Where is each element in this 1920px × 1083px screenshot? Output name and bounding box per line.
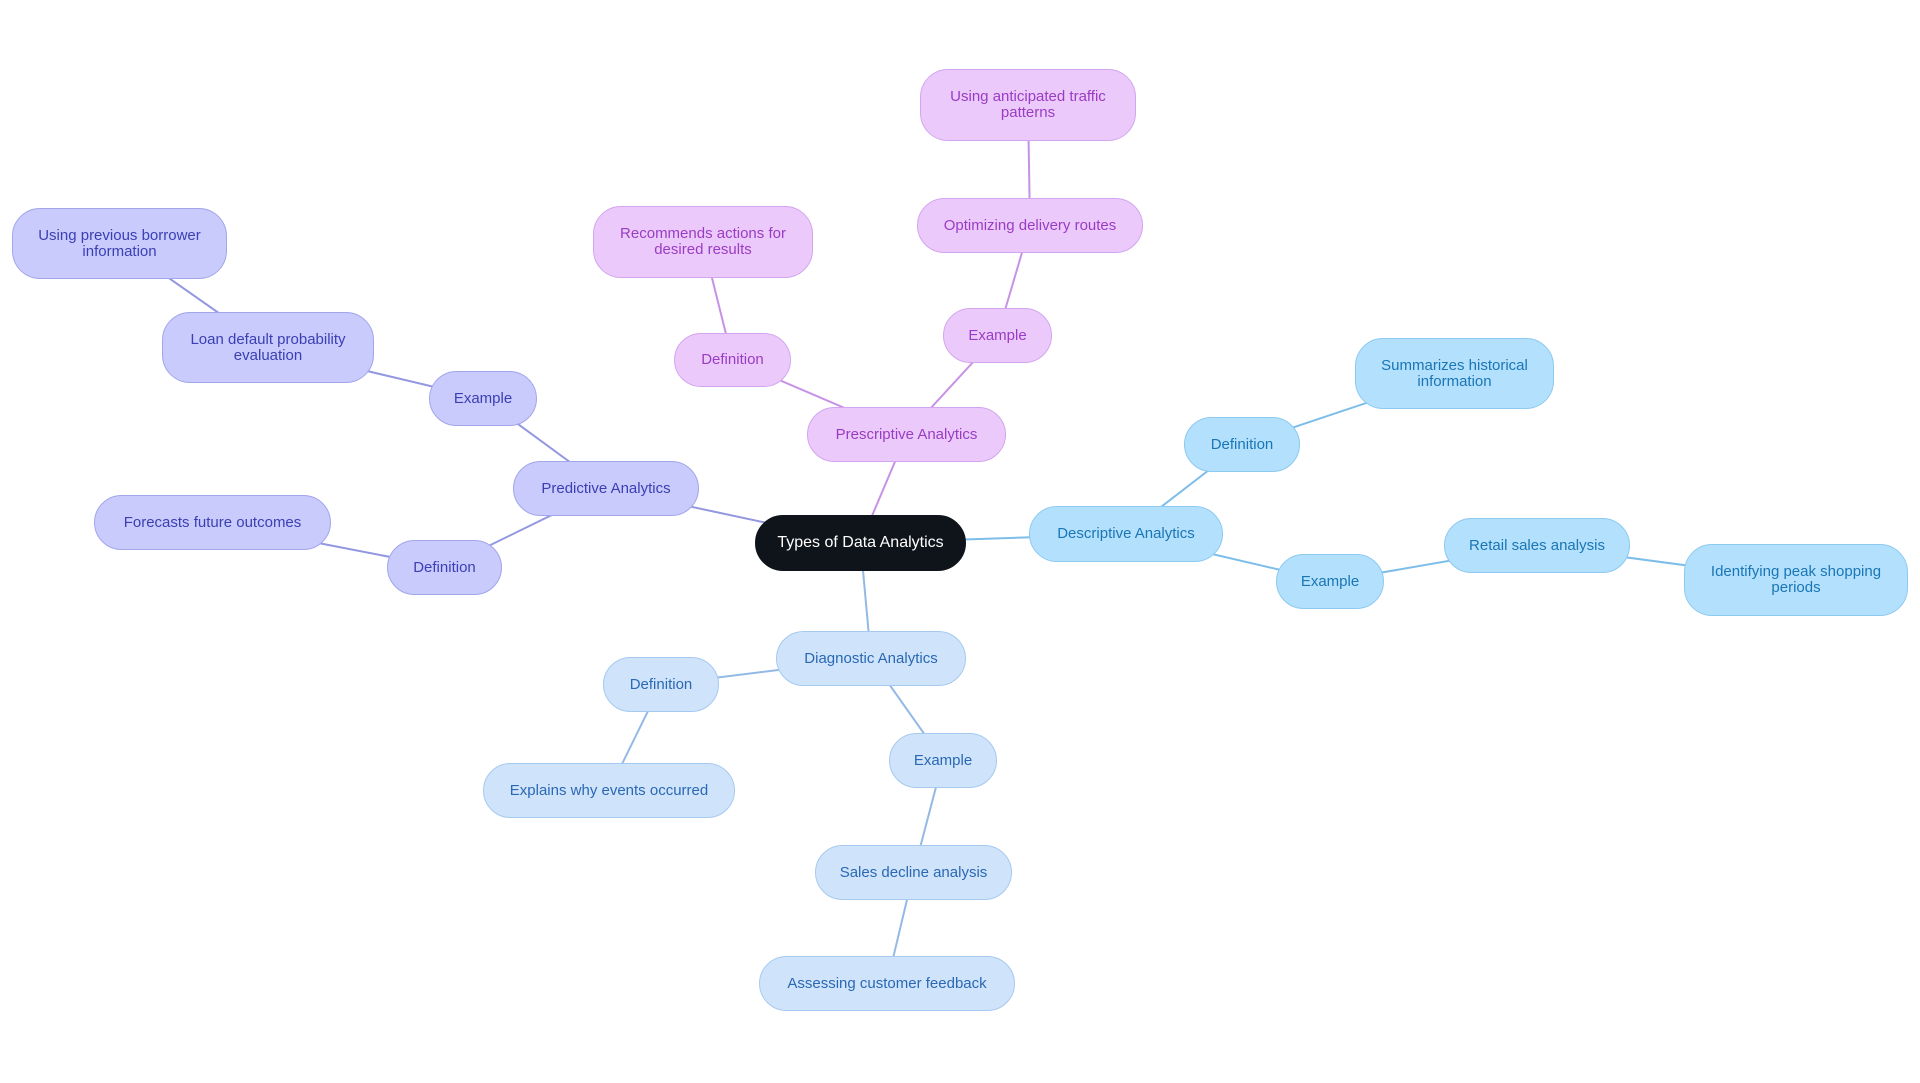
descriptive-example-detail-node[interactable]: Identifying peak shopping periods [1684,544,1908,616]
predictive-example-detail-label: Using previous borrower information [38,226,201,260]
predictive-analytics-node[interactable]: Predictive Analytics [513,461,699,516]
root-node[interactable]: Types of Data Analytics [755,515,966,571]
diagnostic-definition-node[interactable]: Definition [603,657,719,712]
prescriptive-example-detail-label: Using anticipated traffic patterns [950,88,1106,121]
predictive-example-detail-node[interactable]: Using previous borrower information [12,208,227,279]
descriptive-analytics-node[interactable]: Descriptive Analytics [1029,506,1223,562]
diagnostic-definition-label: Definition [629,675,693,693]
descriptive-example-text-label: Retail sales analysis [1469,536,1605,554]
predictive-analytics-label: Predictive Analytics [541,479,671,497]
diagnostic-definition-text-node[interactable]: Explains why events occurred [483,763,735,818]
predictive-example-text-label: Loan default probability evaluation [190,330,346,364]
descriptive-analytics-label: Descriptive Analytics [1057,525,1195,542]
descriptive-definition-node[interactable]: Definition [1184,417,1300,472]
predictive-definition-node[interactable]: Definition [387,540,502,595]
prescriptive-example-text-node[interactable]: Optimizing delivery routes [917,198,1143,253]
diagnostic-example-label: Example [913,751,973,769]
prescriptive-definition-text-node[interactable]: Recommends actions for desired results [593,206,813,278]
prescriptive-definition-label: Definition [701,351,764,368]
mindmap-canvas: Types of Data Analytics Descriptive Anal… [0,0,1920,1083]
predictive-definition-text-label: Forecasts future outcomes [123,513,302,531]
predictive-example-text-node[interactable]: Loan default probability evaluation [162,312,374,383]
predictive-example-label: Example [453,389,513,407]
diagnostic-example-detail-label: Assessing customer feedback [787,974,987,992]
diagnostic-analytics-node[interactable]: Diagnostic Analytics [776,631,966,686]
prescriptive-definition-node[interactable]: Definition [674,333,791,387]
diagnostic-example-node[interactable]: Example [889,733,997,788]
prescriptive-example-detail-node[interactable]: Using anticipated traffic patterns [920,69,1136,141]
prescriptive-example-node[interactable]: Example [943,308,1052,363]
diagnostic-example-detail-node[interactable]: Assessing customer feedback [759,956,1015,1011]
prescriptive-definition-text-label: Recommends actions for desired results [620,225,786,258]
diagnostic-example-text-label: Sales decline analysis [839,863,988,881]
prescriptive-analytics-node[interactable]: Prescriptive Analytics [807,407,1006,462]
predictive-definition-text-node[interactable]: Forecasts future outcomes [94,495,331,550]
prescriptive-analytics-label: Prescriptive Analytics [835,425,978,443]
prescriptive-example-label: Example [968,326,1027,344]
diagnostic-example-text-node[interactable]: Sales decline analysis [815,845,1012,900]
diagnostic-analytics-label: Diagnostic Analytics [804,649,938,667]
descriptive-example-node[interactable]: Example [1276,554,1384,609]
diagnostic-definition-text-label: Explains why events occurred [509,781,709,799]
predictive-definition-label: Definition [413,558,476,576]
descriptive-definition-text-label: Summarizes historical information [1381,356,1528,390]
descriptive-example-detail-label: Identifying peak shopping periods [1710,563,1882,596]
root-node-label: Types of Data Analytics [777,534,944,551]
predictive-example-node[interactable]: Example [429,371,537,426]
descriptive-definition-text-node[interactable]: Summarizes historical information [1355,338,1554,409]
prescriptive-example-text-label: Optimizing delivery routes [943,216,1117,234]
descriptive-definition-label: Definition [1210,435,1274,453]
descriptive-example-text-node[interactable]: Retail sales analysis [1444,518,1630,573]
descriptive-example-label: Example [1300,572,1360,590]
